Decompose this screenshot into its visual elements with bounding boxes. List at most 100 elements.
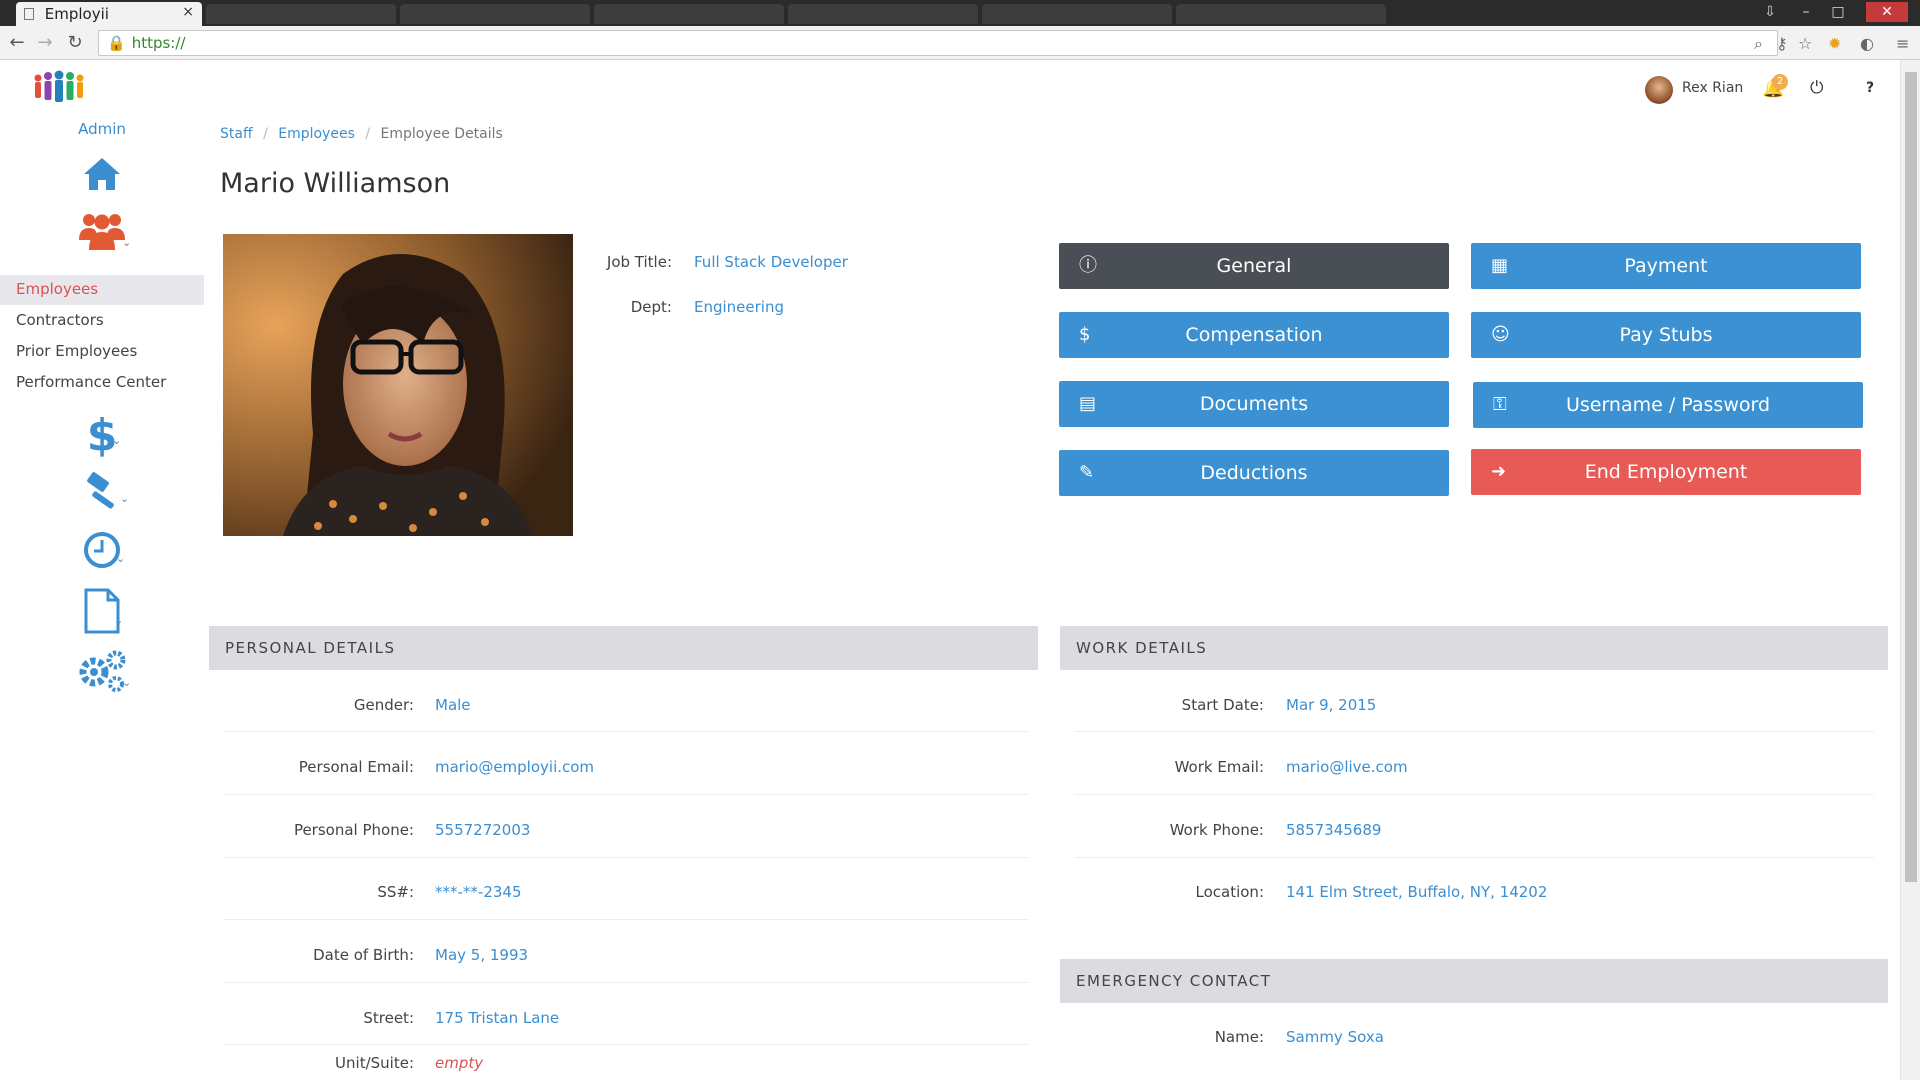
compensation-button[interactable]: $ Compensation — [1059, 312, 1449, 358]
emergency-name-value[interactable]: Sammy Soxa — [1286, 1028, 1384, 1046]
gavel-icon[interactable]: ⌄ — [0, 472, 204, 516]
job-title-value[interactable]: Full Stack Developer — [694, 253, 848, 271]
scrollbar-thumb[interactable] — [1905, 72, 1917, 882]
extension-icon[interactable]: ✹ — [1828, 34, 1841, 53]
smiley-icon: ☺ — [1491, 324, 1510, 345]
forward-icon[interactable]: → — [34, 32, 56, 53]
street-value[interactable]: 175 Tristan Lane — [435, 1009, 559, 1027]
tab-close-icon[interactable]: × — [182, 4, 194, 20]
key-icon: ⚿ — [1493, 394, 1507, 415]
dob-value[interactable]: May 5, 1993 — [435, 946, 528, 964]
user-menu: Rex Rian 🔔 2 ⏻ ? — [1640, 68, 1900, 108]
sign-out-icon: ➜ — [1491, 461, 1507, 482]
general-button[interactable]: ⓘ General — [1059, 243, 1449, 289]
extension-icon[interactable]: ◐ — [1860, 34, 1874, 53]
username-password-button[interactable]: ⚿ Username / Password — [1473, 382, 1863, 428]
work-email-label: Work Email: — [1174, 758, 1264, 776]
key-icon[interactable]: ⚷ — [1776, 34, 1788, 53]
back-icon[interactable]: ← — [6, 32, 28, 53]
document-icon[interactable]: ⌄ — [0, 588, 204, 638]
street-label: Street: — [363, 1009, 414, 1027]
sidebar-item-employees[interactable]: Employees — [0, 275, 204, 305]
browser-tab-active[interactable]: Employii × — [16, 2, 202, 26]
sidebar-item-performance-center[interactable]: Performance Center — [0, 368, 204, 398]
username[interactable]: Rex Rian — [1682, 80, 1743, 96]
gears-icon[interactable]: ⌄ — [0, 648, 204, 698]
unit-suite-value[interactable]: empty — [435, 1054, 483, 1072]
breadcrumb-separator: / — [365, 126, 371, 142]
avatar[interactable] — [1645, 76, 1673, 104]
browser-tab[interactable] — [400, 4, 590, 24]
divider — [1074, 731, 1874, 732]
chevron-down-icon: ⌄ — [122, 236, 132, 249]
breadcrumb-separator: / — [263, 126, 268, 142]
gender-value[interactable]: Male — [435, 696, 471, 714]
admin-label[interactable]: Admin — [0, 120, 204, 138]
payment-button-label: Payment — [1624, 255, 1708, 277]
payment-button[interactable]: ▦ Payment — [1471, 243, 1861, 289]
breadcrumb-staff[interactable]: Staff — [220, 126, 253, 142]
ssn-value[interactable]: ***-**-2345 — [435, 883, 522, 901]
sidebar-item-prior-employees[interactable]: Prior Employees — [0, 337, 204, 367]
personal-phone-value[interactable]: 5557272003 — [435, 821, 530, 839]
end-employment-button[interactable]: ➜ End Employment — [1471, 449, 1861, 495]
people-icon[interactable]: ⌄ — [0, 210, 204, 256]
documents-button[interactable]: ▤ Documents — [1059, 381, 1449, 427]
dept-value[interactable]: Engineering — [694, 298, 784, 316]
pencil-icon: ✎ — [1079, 462, 1095, 483]
emergency-contact-heading: EMERGENCY CONTACT — [1060, 959, 1888, 1003]
start-date-value[interactable]: Mar 9, 2015 — [1286, 696, 1376, 714]
help-icon[interactable]: ? — [1866, 80, 1874, 96]
minimize-button[interactable]: – — [1792, 2, 1820, 22]
divider — [224, 857, 1028, 858]
chevron-down-icon: ⌄ — [116, 552, 126, 565]
page-title: Mario Williamson — [220, 168, 451, 199]
zoom-icon[interactable]: ⌕ — [1754, 34, 1763, 54]
work-details-heading: WORK DETAILS — [1060, 626, 1888, 670]
deductions-button-label: Deductions — [1200, 462, 1308, 484]
download-icon[interactable]: ⇩ — [1756, 2, 1784, 22]
power-icon[interactable]: ⏻ — [1810, 78, 1823, 98]
unit-suite-label: Unit/Suite: — [335, 1054, 414, 1072]
employee-photo — [223, 234, 573, 536]
browser-tab[interactable] — [594, 4, 784, 24]
browser-tab-strip: Employii × ⇩ – □ ✕ — [0, 0, 1920, 26]
browser-tab[interactable] — [1176, 4, 1386, 24]
book-icon: ▤ — [1079, 393, 1097, 414]
scrollbar[interactable] — [1900, 60, 1920, 1080]
work-phone-value[interactable]: 5857345689 — [1286, 821, 1381, 839]
browser-tab[interactable] — [982, 4, 1172, 24]
breadcrumb: Staff / Employees / Employee Details — [220, 126, 503, 142]
maximize-button[interactable]: □ — [1824, 2, 1852, 22]
address-bar[interactable]: 🔒 https:// — [98, 30, 1778, 56]
home-icon[interactable] — [0, 156, 204, 196]
clock-icon[interactable]: ⌄ — [0, 530, 204, 574]
deductions-button[interactable]: ✎ Deductions — [1059, 450, 1449, 496]
work-email-value[interactable]: mario@live.com — [1286, 758, 1408, 776]
username-password-button-label: Username / Password — [1565, 394, 1771, 416]
tab-title: Employii — [44, 5, 109, 23]
sidebar: Admin ⌄ Employees Contractors Prior Empl… — [0, 60, 204, 1080]
dollar-icon: $ — [1079, 324, 1091, 345]
chevron-down-icon: ⌄ — [120, 492, 130, 505]
start-date-label: Start Date: — [1181, 696, 1264, 714]
browser-tab[interactable] — [788, 4, 978, 24]
star-icon[interactable]: ☆ — [1798, 34, 1812, 53]
personal-email-value[interactable]: mario@employii.com — [435, 758, 594, 776]
sidebar-item-contractors[interactable]: Contractors — [0, 306, 204, 336]
notification-badge: 2 — [1772, 74, 1788, 90]
dob-label: Date of Birth: — [313, 946, 414, 964]
logo-icon[interactable] — [32, 70, 88, 106]
window-close-button[interactable]: ✕ — [1866, 2, 1908, 22]
menu-icon[interactable]: ≡ — [1896, 34, 1909, 53]
reload-icon[interactable]: ↻ — [64, 32, 86, 53]
location-label: Location: — [1195, 883, 1265, 901]
pay-stubs-button[interactable]: ☺ Pay Stubs — [1471, 312, 1861, 358]
browser-tab[interactable] — [206, 4, 396, 24]
general-button-label: General — [1216, 255, 1292, 277]
location-value[interactable]: 141 Elm Street, Buffalo, NY, 14202 — [1286, 883, 1547, 901]
breadcrumb-employees[interactable]: Employees — [278, 126, 355, 142]
page-icon — [24, 8, 34, 20]
personal-email-label: Personal Email: — [298, 758, 414, 776]
dollar-icon[interactable]: $ ⌄ — [0, 410, 204, 461]
